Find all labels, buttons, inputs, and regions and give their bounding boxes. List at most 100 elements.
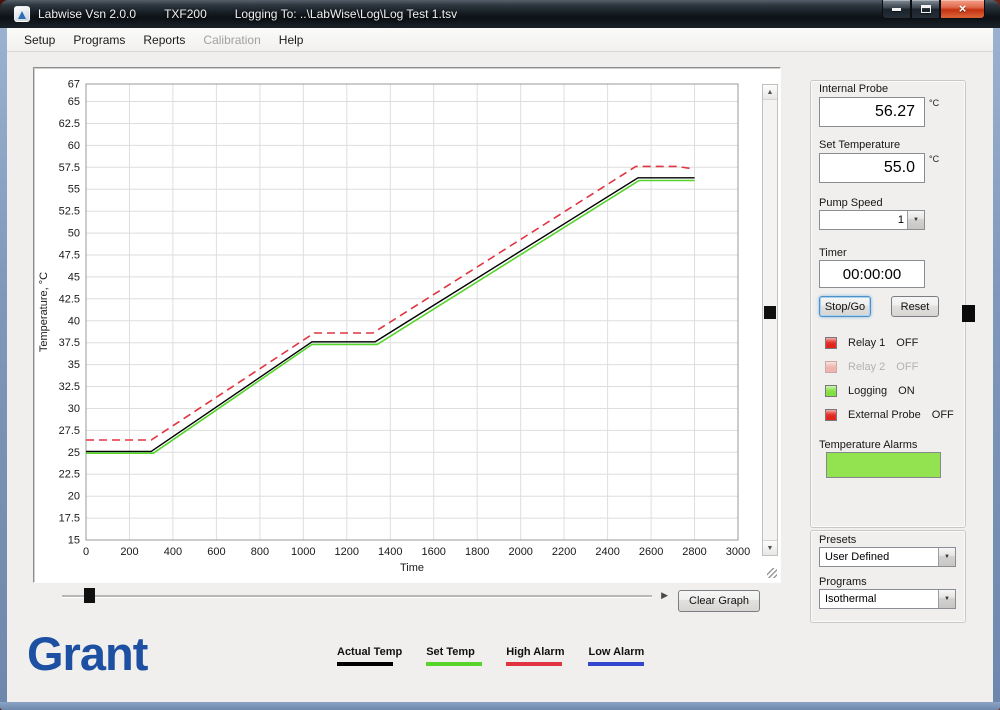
window-frame-right xyxy=(993,28,1000,710)
pump-speed-label: Pump Speed xyxy=(819,197,883,209)
svg-text:27.5: 27.5 xyxy=(59,425,80,437)
legend-line-icon xyxy=(506,662,562,666)
resize-grip-icon[interactable] xyxy=(767,568,777,578)
programs-value: Isothermal xyxy=(820,593,876,605)
svg-text:40: 40 xyxy=(68,315,80,327)
minimize-button[interactable] xyxy=(882,0,911,19)
internal-probe-label: Internal Probe xyxy=(819,83,888,95)
legend-label: High Alarm xyxy=(506,646,564,658)
svg-text:200: 200 xyxy=(120,546,138,558)
logging-indicator: Logging ON xyxy=(825,384,915,398)
labwise-window: Labwise Vsn 2.0.0 TXF200 Logging To: ..\… xyxy=(0,0,1000,710)
presets-dropdown[interactable]: User Defined ▼ xyxy=(819,547,956,567)
relay1-led-icon xyxy=(825,337,837,349)
svg-text:0: 0 xyxy=(83,546,89,558)
svg-text:1200: 1200 xyxy=(335,546,359,558)
legend-line-icon xyxy=(426,662,482,666)
presets-label: Presets xyxy=(819,534,856,546)
pump-speed-dropdown[interactable]: 1 ▼ xyxy=(819,210,925,230)
legend-high-alarm: High Alarm xyxy=(506,646,564,666)
legend-label: Actual Temp xyxy=(337,646,402,658)
scroll-thumb[interactable] xyxy=(764,306,776,319)
legend-line-icon xyxy=(337,662,393,666)
dropdown-arrow-icon[interactable]: ▼ xyxy=(938,590,955,608)
menu-calibration[interactable]: Calibration xyxy=(194,30,269,50)
indicator-state: ON xyxy=(898,385,915,397)
dropdown-arrow-icon[interactable]: ▼ xyxy=(907,211,924,229)
svg-text:600: 600 xyxy=(207,546,225,558)
slider-thumb[interactable] xyxy=(84,588,95,603)
svg-text:37.5: 37.5 xyxy=(59,337,80,349)
scroll-down-button[interactable]: ▼ xyxy=(763,540,777,555)
device-name: TXF200 xyxy=(164,7,207,21)
svg-text:2000: 2000 xyxy=(508,546,532,558)
set-temperature-value[interactable]: 55.0 xyxy=(819,153,925,183)
svg-text:42.5: 42.5 xyxy=(59,293,80,305)
svg-text:Temperature, °C: Temperature, °C xyxy=(38,272,50,352)
close-button[interactable]: × xyxy=(940,0,985,19)
scroll-track[interactable] xyxy=(763,100,777,540)
temperature-alarms-label: Temperature Alarms xyxy=(819,439,917,451)
svg-text:17.5: 17.5 xyxy=(59,513,80,525)
flask-icon xyxy=(18,11,26,19)
pump-speed-value: 1 xyxy=(893,214,907,226)
titlebar: Labwise Vsn 2.0.0 TXF200 Logging To: ..\… xyxy=(0,0,1000,28)
temperature-chart: 1517.52022.52527.53032.53537.54042.54547… xyxy=(36,70,750,576)
indicator-label: Relay 2 xyxy=(848,361,885,373)
menubar: Setup Programs Reports Calibration Help xyxy=(7,28,993,52)
clear-graph-button[interactable]: Clear Graph xyxy=(678,590,760,612)
svg-text:25: 25 xyxy=(68,447,80,459)
svg-text:2400: 2400 xyxy=(595,546,619,558)
menu-programs[interactable]: Programs xyxy=(64,30,134,50)
svg-text:Time: Time xyxy=(400,562,424,574)
side-slider-thumb[interactable] xyxy=(962,305,975,322)
programs-label: Programs xyxy=(819,576,867,588)
window-controls: × xyxy=(882,0,985,19)
chart-panel: 1517.52022.52527.53032.53537.54042.54547… xyxy=(33,67,781,583)
minimize-icon xyxy=(892,8,901,11)
svg-text:1600: 1600 xyxy=(421,546,445,558)
stop-go-button[interactable]: Stop/Go xyxy=(819,296,871,317)
svg-text:2800: 2800 xyxy=(682,546,706,558)
scroll-up-button[interactable]: ▲ xyxy=(763,85,777,100)
svg-text:45: 45 xyxy=(68,271,80,283)
timer-value: 00:00:00 xyxy=(819,260,925,288)
maximize-icon xyxy=(921,5,931,13)
legend-label: Set Temp xyxy=(426,646,482,658)
svg-text:35: 35 xyxy=(68,359,80,371)
svg-text:1000: 1000 xyxy=(291,546,315,558)
svg-text:2600: 2600 xyxy=(639,546,663,558)
slider-right-arrow-icon[interactable]: ▶ xyxy=(661,590,668,601)
svg-text:32.5: 32.5 xyxy=(59,381,80,393)
up-arrow-icon: ▲ xyxy=(767,89,774,96)
dropdown-arrow-icon[interactable]: ▼ xyxy=(938,548,955,566)
menu-help[interactable]: Help xyxy=(270,30,313,50)
reset-button[interactable]: Reset xyxy=(891,296,939,317)
graph-scroll-slider: ▶ xyxy=(62,588,668,604)
external-probe-led-icon xyxy=(825,409,837,421)
svg-text:62.5: 62.5 xyxy=(59,118,80,130)
relay2-led-icon xyxy=(825,361,837,373)
internal-probe-unit: °C xyxy=(929,98,939,108)
chart-vertical-scrollbar: ▲ ▼ xyxy=(762,84,778,556)
indicator-state: OFF xyxy=(896,337,918,349)
svg-text:15: 15 xyxy=(68,535,80,547)
programs-dropdown[interactable]: Isothermal ▼ xyxy=(819,589,956,609)
svg-text:57.5: 57.5 xyxy=(59,162,80,174)
indicator-state: OFF xyxy=(932,409,954,421)
external-probe-indicator: External Probe OFF xyxy=(825,408,954,422)
maximize-button[interactable] xyxy=(911,0,940,19)
set-temperature-unit: °C xyxy=(929,154,939,164)
close-icon: × xyxy=(959,2,967,15)
grant-logo: Grant xyxy=(27,626,147,681)
screen: Labwise Vsn 2.0.0 TXF200 Logging To: ..\… xyxy=(0,0,1000,710)
menu-setup[interactable]: Setup xyxy=(15,30,64,50)
svg-text:47.5: 47.5 xyxy=(59,250,80,262)
slider-track[interactable] xyxy=(62,595,652,597)
svg-text:1800: 1800 xyxy=(465,546,489,558)
legend-set-temp: Set Temp xyxy=(426,646,482,666)
menu-reports[interactable]: Reports xyxy=(134,30,194,50)
client-area: 1517.52022.52527.53032.53537.54042.54547… xyxy=(7,52,993,702)
legend-low-alarm: Low Alarm xyxy=(588,646,644,666)
temperature-alarms-indicator xyxy=(826,452,941,478)
